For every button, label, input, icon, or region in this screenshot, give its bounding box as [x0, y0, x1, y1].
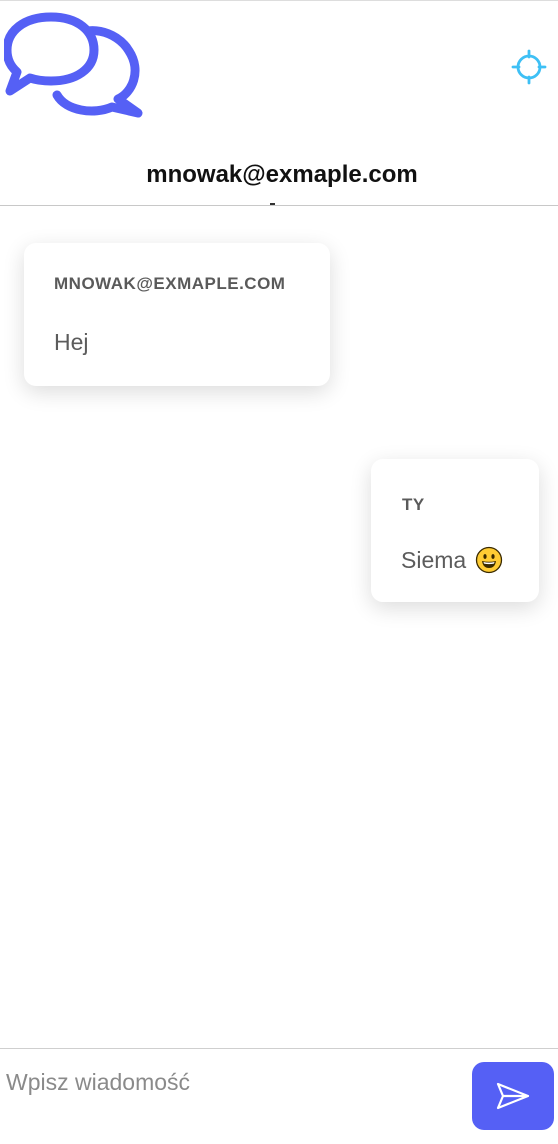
message-list[interactable]: MNOWAK@EXMAPLE.COM Hej TY Siema [0, 206, 558, 1048]
send-button[interactable] [472, 1062, 554, 1130]
chat-header: mnowak@exmaple.com [0, 1, 558, 206]
header-mark [270, 203, 275, 205]
message-bubble-outgoing: TY Siema [371, 459, 539, 602]
message-bubble-incoming: MNOWAK@EXMAPLE.COM Hej [24, 243, 330, 386]
chat-bubbles-icon [4, 12, 143, 118]
message-sender: TY [402, 495, 425, 514]
send-icon [496, 1082, 530, 1110]
message-sender: MNOWAK@EXMAPLE.COM [54, 274, 286, 293]
message-text-content: Hej [54, 328, 89, 355]
page-title: mnowak@exmaple.com [146, 161, 418, 188]
message-composer [0, 1048, 558, 1144]
grinning-face-emoji-icon [476, 546, 503, 574]
crosshair-icon[interactable] [511, 49, 547, 85]
message-text: Siema [401, 545, 503, 575]
message-text-content: Siema [401, 546, 467, 573]
message-input[interactable] [0, 1057, 466, 1107]
message-text: Hej [54, 327, 89, 357]
